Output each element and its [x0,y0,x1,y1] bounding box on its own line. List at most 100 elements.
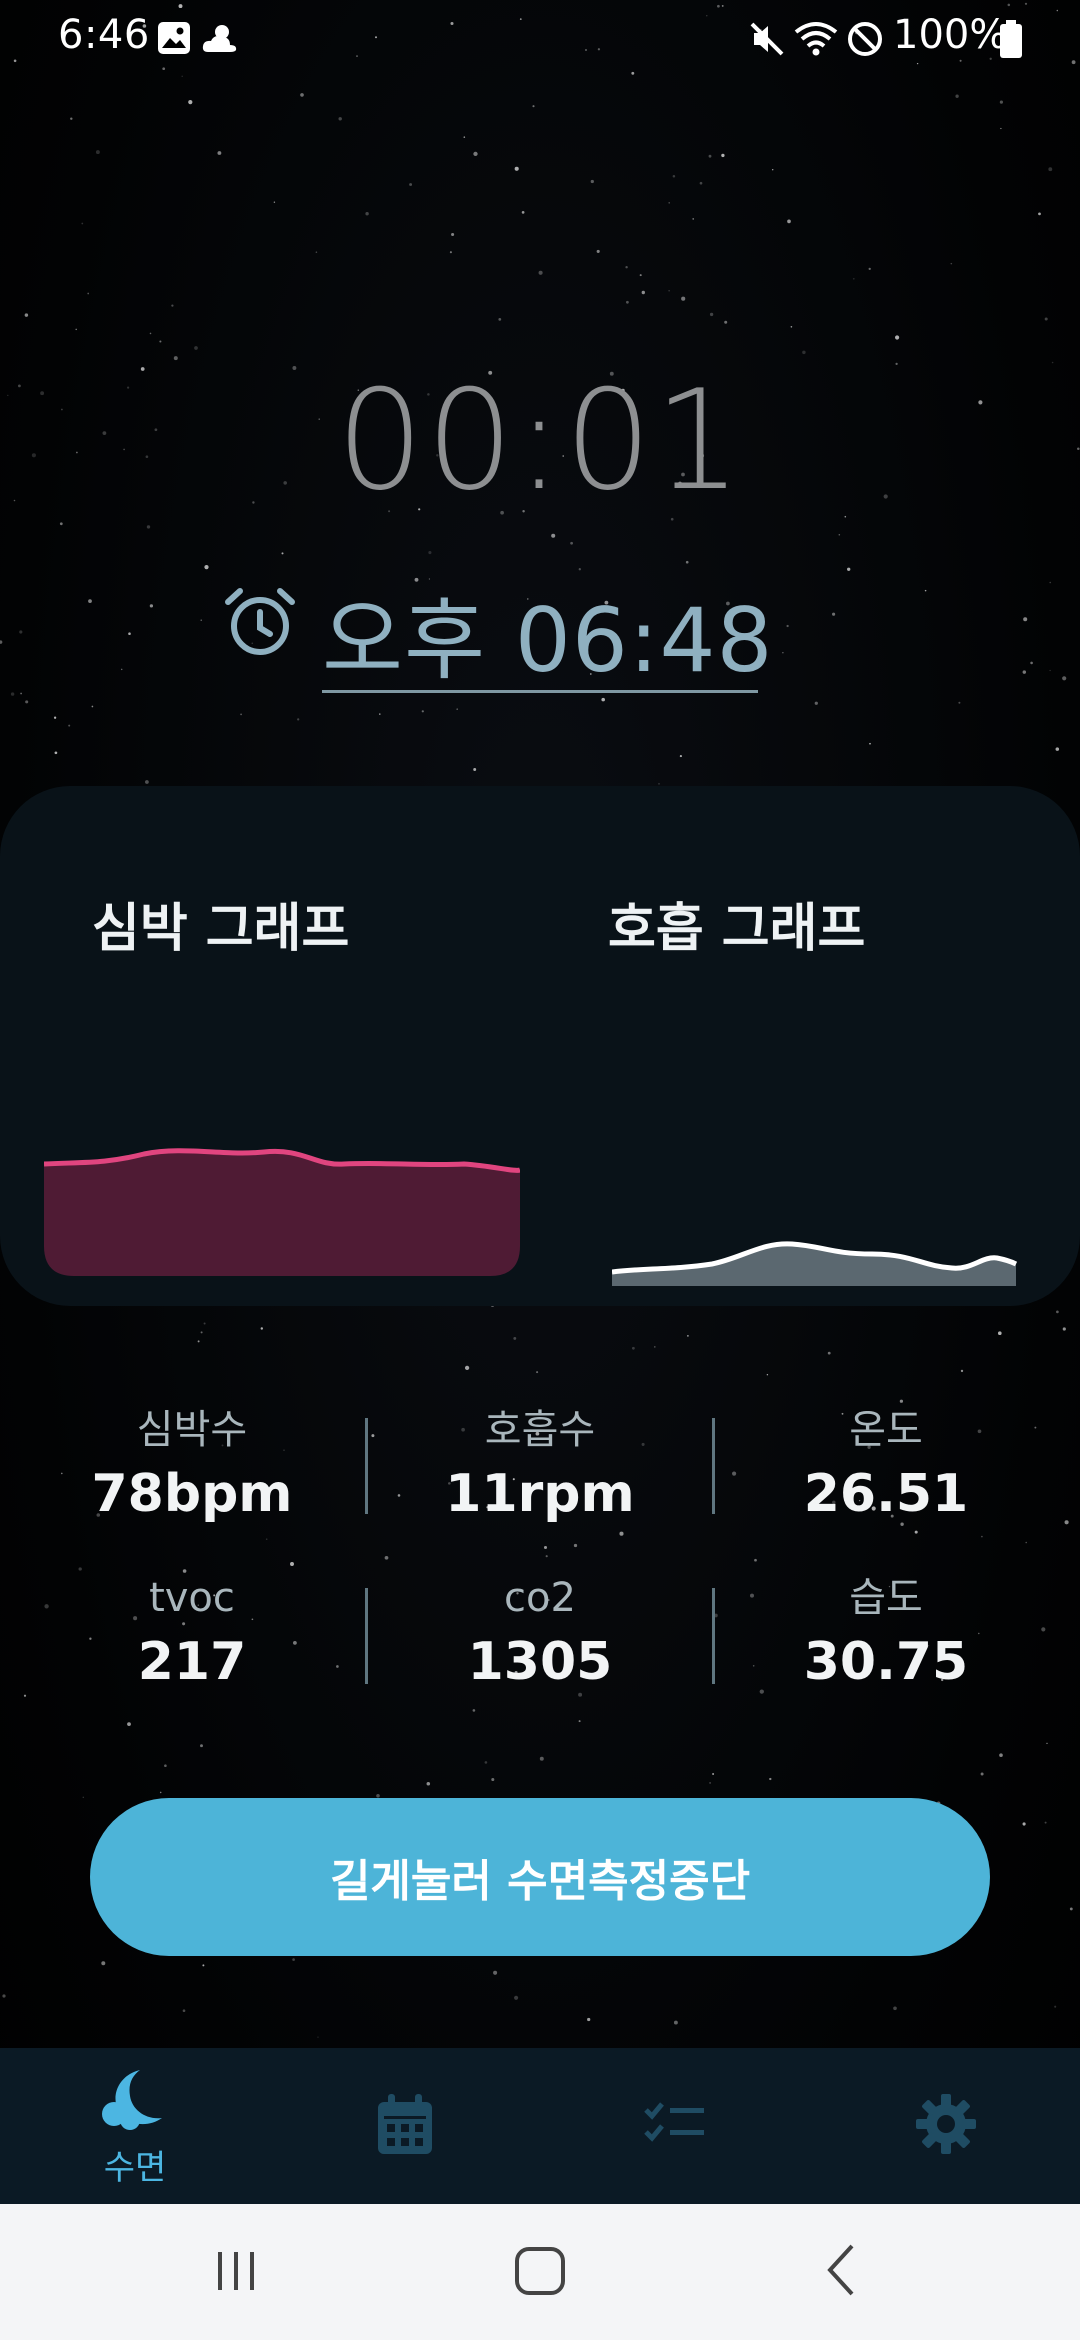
heart-graph-title: 심박 그래프 [92,899,350,959]
star [426,1781,431,1786]
star [538,270,543,275]
nav-label-sleep: 수면 [103,2148,167,2188]
star [484,1761,488,1764]
star [782,652,784,654]
star [869,742,871,745]
star [641,290,645,295]
back-icon[interactable] [822,2238,862,2306]
star [463,136,466,138]
heart-rate-area [44,1150,520,1276]
star [1064,1520,1069,1525]
star [59,522,63,526]
do-not-disturb-icon [846,20,884,62]
star [182,1569,187,1573]
star [1044,1821,1047,1824]
star [570,541,573,545]
star [980,1772,984,1776]
star [1056,1310,1059,1314]
star [681,296,686,301]
star [87,292,90,295]
gear-icon [916,2094,976,2158]
star [95,150,100,155]
star [1046,1742,1048,1744]
star [159,340,162,343]
star [532,105,535,108]
star [766,1374,769,1376]
stat-label: tvoc [149,1575,235,1621]
star [149,604,154,608]
star [159,1791,162,1794]
star [1022,1822,1026,1826]
star [999,100,1003,104]
star [273,201,276,203]
star [514,1995,519,2000]
star [68,724,71,727]
stat-divider [712,1588,715,1684]
star [19,630,23,634]
nav-item-checklist[interactable] [540,2048,810,2204]
star [409,183,413,186]
star [551,533,556,538]
star [1000,127,1002,130]
breath-graph-title: 호흡 그래프 [608,899,866,959]
alarm-time-setting[interactable]: 오후 06:48 [222,570,773,698]
nav-item-sleep[interactable]: 수면 [0,2048,270,2204]
star [81,222,84,225]
star [1054,2005,1057,2008]
battery-percent: 100% [893,12,1008,58]
star [673,2020,678,2025]
star [493,1970,498,1975]
star [626,300,629,304]
stat-temperature: 온도 26.51 [716,1406,1056,1526]
star [668,290,670,292]
star [852,277,855,280]
star [88,599,92,603]
mute-icon [748,20,786,62]
nav-item-settings[interactable] [810,2048,1080,2204]
star [127,1722,131,1726]
elapsed-timer: 00:01 [336,360,744,521]
star [164,1764,167,1767]
star [202,1964,205,1967]
star [981,1535,983,1538]
star [790,325,793,328]
nav-item-calendar[interactable] [270,2048,540,2204]
stat-tvoc: tvoc 217 [22,1574,362,1694]
star [203,1322,206,1325]
star [421,710,424,713]
stop-sleep-measurement-button[interactable]: 길게눌러 수면측정중단 [90,1798,990,1956]
star [188,100,193,105]
star [53,716,57,719]
home-icon[interactable] [510,2238,570,2306]
star [814,701,818,705]
star [456,708,458,710]
star [146,525,151,529]
stat-breath-rate: 호흡수 11rpm [370,1406,710,1526]
star [1025,1541,1027,1544]
star [70,117,73,120]
star [802,350,806,355]
star [128,632,131,635]
star [182,2009,186,2013]
star [75,328,77,331]
star [596,249,600,253]
graph-card: 심박 그래프 호흡 그래프 [0,786,1080,1306]
star [1022,670,1027,674]
star [539,1756,544,1761]
alarm-time: 오후 06:48 [322,589,774,692]
stat-heart-rate: 심박수 78bpm [22,1406,362,1526]
star [451,232,455,237]
recent-apps-icon[interactable] [214,2238,258,2306]
star [997,1331,1002,1336]
star [545,1555,548,1558]
stat-value: 1305 [467,1632,613,1692]
star [847,567,851,571]
star [868,267,871,271]
breathing-area [612,1243,1016,1286]
star [240,713,243,716]
star [317,2036,319,2038]
star [686,1334,689,1337]
star [639,274,642,277]
star [893,2006,897,2011]
star [292,1958,295,1961]
